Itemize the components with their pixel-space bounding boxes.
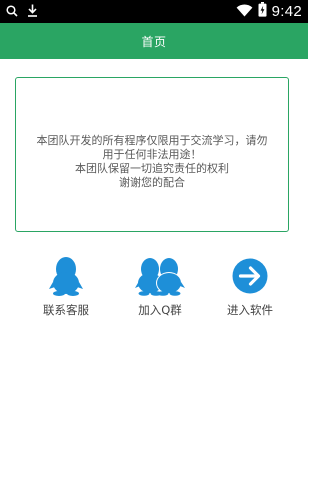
- qq-penguin-icon: [49, 256, 83, 296]
- arrow-right-circle-icon: [232, 256, 268, 296]
- notice-line: 本团队保留一切追究责任的权利: [75, 161, 229, 175]
- qq-group-icon: [134, 256, 186, 296]
- status-left-icons: [6, 3, 38, 20]
- contact-support-button[interactable]: 联系客服: [21, 256, 111, 320]
- notice-text: 本团队开发的所有程序仅限用于交流学习，请勿 用于任何非法用途！ 本团队保留一切追…: [21, 134, 283, 190]
- notice-line: 用于任何非法用途！: [102, 147, 202, 161]
- download-icon: [27, 2, 38, 21]
- status-right-icons: 9:42: [236, 2, 302, 21]
- status-bar: 9:42: [0, 0, 308, 23]
- search-icon: [6, 2, 18, 21]
- status-time: 9:42: [271, 3, 302, 20]
- notice-line: 谢谢您的配合: [119, 175, 185, 189]
- join-qq-group-label: 加入Q群: [138, 303, 182, 317]
- action-row: 联系客服 加入Q群 进入软件: [0, 256, 308, 326]
- app-bar: 首页: [0, 23, 308, 59]
- battery-icon: [258, 2, 267, 21]
- join-qq-group-button[interactable]: 加入Q群: [115, 256, 205, 320]
- contact-support-label: 联系客服: [43, 303, 89, 317]
- notice-line: 本团队开发的所有程序仅限用于交流学习，请勿: [36, 133, 268, 147]
- page-title: 首页: [141, 34, 167, 49]
- wifi-icon: [236, 2, 253, 21]
- enter-software-button[interactable]: 进入软件: [205, 256, 295, 320]
- enter-software-label: 进入软件: [227, 303, 273, 317]
- notice-box: 本团队开发的所有程序仅限用于交流学习，请勿 用于任何非法用途！ 本团队保留一切追…: [15, 77, 289, 232]
